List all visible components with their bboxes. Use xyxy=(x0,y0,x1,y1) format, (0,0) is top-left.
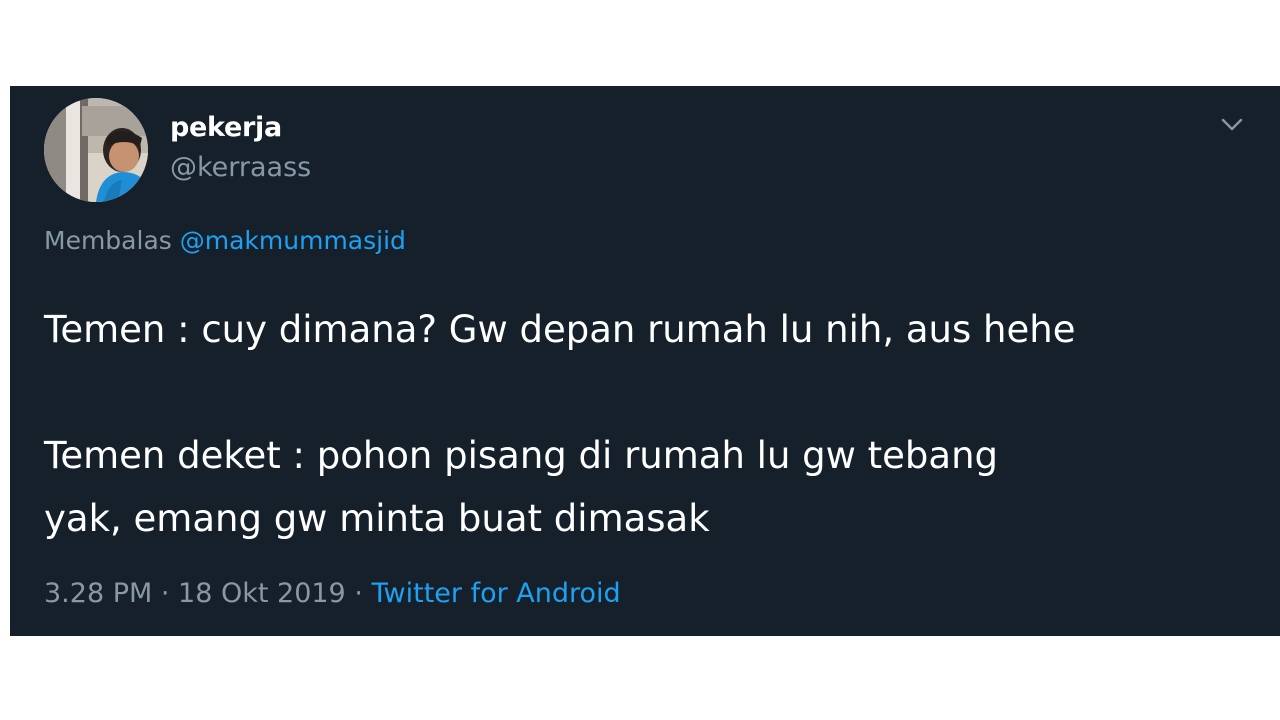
tweet-text-line: Temen deket : pohon pisang di rumah lu g… xyxy=(44,434,999,477)
meta-separator: · xyxy=(345,578,372,609)
tweet-text: Temen : cuy dimana? Gw depan rumah lu ni… xyxy=(44,298,1254,550)
tweet-text-line: yak, emang gw minta buat dimasak xyxy=(44,497,710,540)
tweet-meta: 3.28 PM · 18 Okt 2019 · Twitter for Andr… xyxy=(44,578,621,609)
tweet-source-link[interactable]: Twitter for Android xyxy=(372,578,621,609)
tweet-time[interactable]: 3.28 PM xyxy=(44,578,152,609)
avatar[interactable] xyxy=(44,98,148,202)
avatar-photo xyxy=(44,98,148,202)
tweet-date[interactable]: 18 Okt 2019 xyxy=(178,578,346,609)
meta-separator: · xyxy=(152,578,179,609)
tweet-card: pekerja @kerraass Membalas @makmummasjid… xyxy=(10,86,1280,636)
tweet-text-line: Temen : cuy dimana? Gw depan rumah lu ni… xyxy=(44,308,1076,351)
reply-context: Membalas @makmummasjid xyxy=(44,226,406,255)
author-handle[interactable]: @kerraass xyxy=(170,152,311,183)
reply-mention-link[interactable]: @makmummasjid xyxy=(180,226,406,255)
chevron-down-icon xyxy=(1221,118,1243,131)
author-display-name[interactable]: pekerja xyxy=(170,112,282,143)
reply-prefix: Membalas xyxy=(44,226,172,255)
tweet-more-menu-button[interactable] xyxy=(1216,108,1248,140)
page: pekerja @kerraass Membalas @makmummasjid… xyxy=(0,0,1280,720)
tweet-text-blank-line xyxy=(44,361,1254,424)
